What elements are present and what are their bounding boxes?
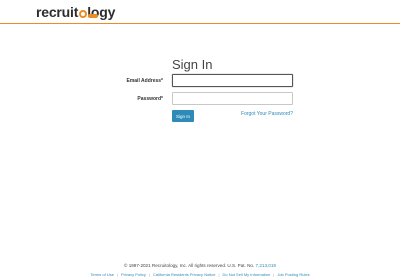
forgot-password-link[interactable]: Forgot Your Password? <box>241 111 293 117</box>
logo-circle-icon <box>78 10 87 18</box>
privacy-policy-link[interactable]: Privacy Policy <box>121 272 146 277</box>
logo-accent-bar-icon <box>88 14 98 18</box>
california-privacy-notice-link[interactable]: California Residents Privacy Notice <box>153 272 215 277</box>
footer-separator: | <box>218 272 220 277</box>
email-label: Email Address* <box>126 78 164 84</box>
footer-separator: | <box>273 272 275 277</box>
terms-of-use-link[interactable]: Terms of Use <box>90 272 114 277</box>
footer-separator: | <box>148 272 150 277</box>
password-field[interactable] <box>172 92 293 105</box>
do-not-sell-link[interactable]: Do Not Sell My Information <box>222 272 270 277</box>
sign-in-button[interactable]: Sign In <box>172 110 194 122</box>
password-label: Password* <box>137 96 163 102</box>
footer-links: Terms of Use | Privacy Policy | California R… <box>0 272 400 277</box>
recruitology-logo[interactable]: recruit logy <box>36 4 115 20</box>
copyright-text: © 1997-2021 Recruitology, Inc. All right… <box>0 263 400 268</box>
logo-text-left: recruit <box>36 4 79 20</box>
page-title: Sign In <box>172 57 213 72</box>
copyright-statement: © 1997-2021 Recruitology, Inc. All right… <box>124 263 255 268</box>
footer-separator: | <box>116 272 119 277</box>
patent-number-link[interactable]: 7,213,019 <box>256 263 276 268</box>
email-field[interactable] <box>172 74 293 87</box>
job-posting-rules-link[interactable]: Job Posting Rules <box>277 272 309 277</box>
top-header: recruit logy <box>0 0 400 24</box>
